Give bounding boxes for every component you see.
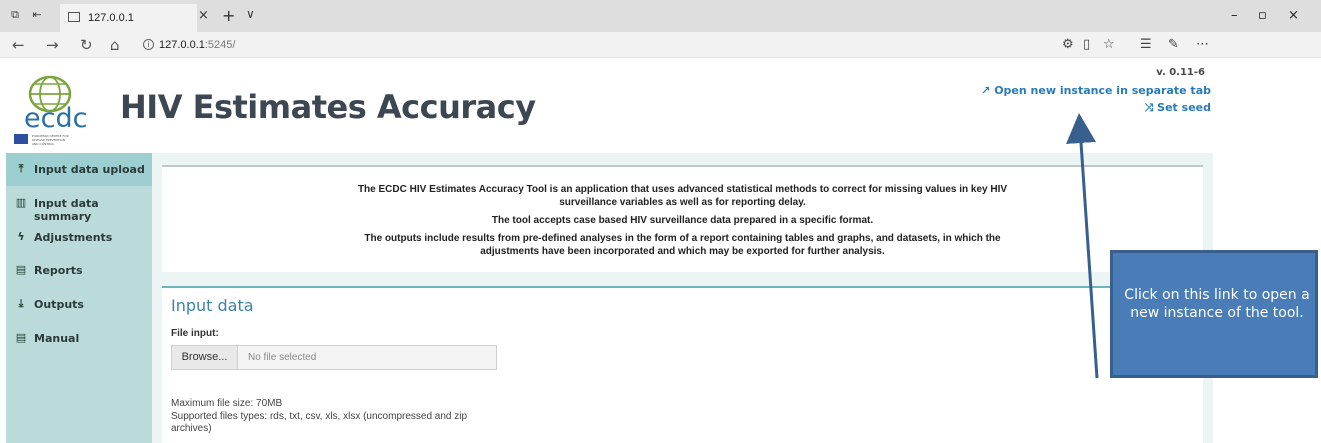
shuffle-icon: ⤨ [1144, 101, 1154, 114]
intro-line-5: adjustments have been incorporated and w… [480, 246, 885, 257]
input-data-panel: Input data File input: Browse... No file… [162, 286, 1203, 443]
pen-notes-icon[interactable]: ✎ [1168, 37, 1179, 52]
site-info-icon[interactable]: i [143, 39, 154, 50]
ecdc-logo: ecdc EUROPEAN CENTRE FOR DISEASE PREVENT… [12, 64, 120, 148]
favorites-hub-icon[interactable]: ☰ [1140, 37, 1152, 52]
version-label: v. 0.11-6 [1156, 67, 1205, 78]
sidebar-item-adjustments[interactable]: ϟ Adjustments [6, 221, 152, 254]
sidebar-item-manual[interactable]: ▤ Manual [6, 322, 152, 355]
page-favicon-icon [68, 12, 80, 22]
sidebar-item-input-data-upload[interactable]: ⤒ Input data upload [6, 153, 152, 186]
more-options-icon[interactable]: ⋯ [1196, 37, 1209, 52]
refresh-icon[interactable]: ↻ [80, 36, 93, 54]
reading-view-icon[interactable]: ▯ [1083, 37, 1090, 52]
close-tab-icon[interactable]: × [198, 8, 209, 23]
main-content: The ECDC HIV Estimates Accuracy Tool is … [152, 153, 1213, 443]
browser-tab[interactable]: 127.0.0.1 [60, 4, 197, 32]
download-icon: ⤓ [18, 297, 24, 310]
set-seed-link[interactable]: ⤨ Set seed [1145, 101, 1211, 115]
file-name-display: No file selected [248, 352, 317, 363]
bar-chart-icon: ▥ [15, 196, 27, 209]
intro-box: The ECDC HIV Estimates Accuracy Tool is … [162, 165, 1203, 272]
upload-icon: ⤒ [18, 162, 24, 175]
extensions-icon[interactable]: ⚙ [1062, 37, 1074, 52]
annotation-callout: Click on this link to open a new instanc… [1110, 250, 1318, 378]
max-file-size-text: Maximum file size: 70MB [171, 398, 283, 409]
sidebar-item-reports[interactable]: ▤ Reports [6, 254, 152, 287]
back-icon[interactable]: ← [12, 36, 25, 54]
minimize-icon[interactable]: – [1231, 8, 1238, 23]
open-new-instance-link[interactable]: ↗ Open new instance in separate tab [981, 84, 1211, 97]
svg-text:ecdc: ecdc [24, 103, 87, 134]
sidebar-item-input-data-summary[interactable]: ▥ Input data summary [6, 187, 152, 224]
url-field[interactable]: 127.0.0.1:5245/ [159, 39, 235, 51]
tab-title: 127.0.0.1 [88, 12, 134, 24]
new-tab-icon[interactable]: + [222, 6, 235, 25]
bolt-icon: ϟ [17, 230, 25, 243]
svg-text:AND CONTROL: AND CONTROL [32, 142, 55, 146]
tab-back-icon[interactable]: ⇤ [30, 9, 44, 21]
file-input-label: File input: [171, 328, 219, 339]
forward-icon[interactable]: → [46, 36, 59, 54]
intro-line-4: The outputs include results from pre-def… [364, 233, 1001, 244]
restore-icon[interactable]: ▫ [1258, 8, 1267, 23]
app-title: HIV Estimates Accuracy [120, 88, 536, 126]
browse-button[interactable]: Browse... [172, 346, 238, 369]
address-bar: ← → ↻ ⌂ i 127.0.0.1:5245/ ⚙ ▯ ☆ ☰ ✎ ⋯ [0, 32, 1321, 58]
sidebar: ⤒ Input data upload ▥ Input data summary… [6, 153, 152, 443]
tab-actions-icon[interactable]: ⧉ [8, 9, 22, 21]
callout-text: Click on this link to open a new instanc… [1124, 287, 1310, 321]
file-input[interactable]: Browse... No file selected [171, 345, 497, 370]
intro-line-3: The tool accepts case based HIV surveill… [491, 215, 874, 226]
home-icon[interactable]: ⌂ [110, 36, 120, 54]
sidebar-item-outputs[interactable]: ⤓ Outputs [6, 288, 152, 321]
external-link-icon: ↗ [981, 84, 991, 97]
report-icon: ▤ [15, 263, 27, 276]
favorite-star-icon[interactable]: ☆ [1103, 37, 1115, 52]
browser-tab-bar: ⧉ ⇤ 127.0.0.1 × + ∨ – ▫ × [0, 0, 1321, 32]
intro-line-2: surveillance variables as well as for re… [559, 197, 806, 208]
close-window-icon[interactable]: × [1288, 8, 1299, 23]
tab-list-chevron-icon[interactable]: ∨ [246, 7, 255, 21]
intro-line-1: The ECDC HIV Estimates Accuracy Tool is … [357, 184, 1008, 195]
panel-title: Input data [171, 296, 254, 315]
supported-types-text: Supported files types: rds, txt, csv, xl… [171, 411, 468, 434]
book-icon: ▤ [15, 331, 27, 344]
